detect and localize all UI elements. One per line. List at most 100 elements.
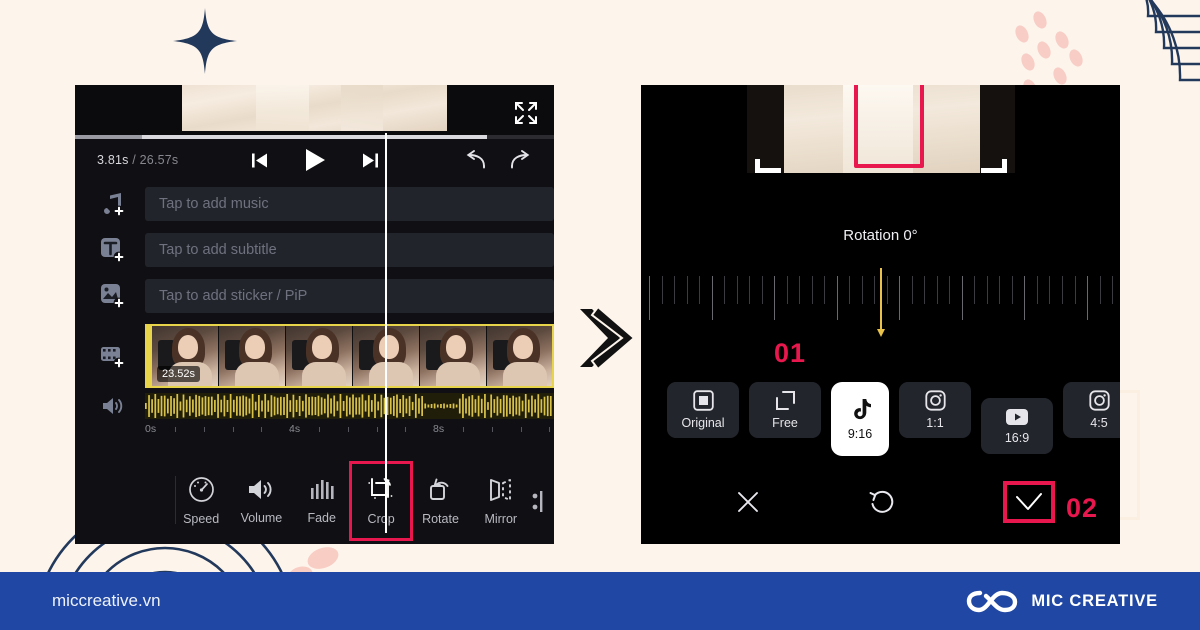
sticker-track-field[interactable]: Tap to add sticker / PiP — [145, 279, 554, 313]
add-music-icon[interactable] — [97, 191, 129, 217]
tool-volume[interactable]: Volume — [231, 477, 291, 525]
tool-fade[interactable]: Fade — [292, 477, 352, 525]
tool-crop[interactable]: Crop — [348, 461, 414, 541]
ruler-tick — [463, 427, 464, 432]
dial-tick — [1074, 276, 1076, 304]
step-badge-01: 01 — [774, 338, 807, 368]
tool-rotate[interactable]: Rotate — [410, 477, 470, 526]
ruler-tick — [290, 427, 292, 432]
tool-mirror[interactable]: Mirror — [471, 477, 531, 526]
checkmark-icon — [1016, 493, 1042, 510]
tool-label: Crop — [367, 511, 395, 526]
rotation-label: Rotation 0° — [843, 227, 918, 244]
ruler-tick — [405, 427, 407, 432]
aspect-ratio-free[interactable]: Free — [749, 382, 821, 438]
rotation-needle — [876, 268, 885, 337]
add-subtitle-icon[interactable] — [97, 237, 129, 263]
partial-tool-icon — [533, 490, 543, 512]
rotation-dial[interactable] — [641, 262, 1120, 337]
dial-tick — [1049, 276, 1051, 304]
redo-icon[interactable] — [509, 150, 532, 170]
sparkle-star-decoration — [173, 8, 237, 74]
ruler-tick — [376, 427, 378, 432]
speedometer-icon — [188, 477, 214, 502]
skip-previous-icon[interactable] — [251, 152, 268, 169]
play-icon[interactable] — [304, 148, 326, 172]
dial-tick — [849, 276, 851, 304]
footer-bar: miccreative.vn MIC CREATIVE — [0, 572, 1200, 630]
crop-corner-handles[interactable] — [754, 159, 1007, 173]
dial-tick — [999, 276, 1001, 304]
dial-tick — [799, 276, 801, 304]
video-clip-strip[interactable]: 23.52s — [145, 324, 554, 388]
dial-tick — [836, 276, 838, 320]
history-controls — [464, 150, 532, 170]
dial-tick — [674, 276, 675, 304]
playhead-indicator[interactable] — [385, 133, 387, 533]
aspect-ratio-16-9[interactable]: 16:9 — [981, 398, 1053, 454]
dial-tick — [1024, 276, 1026, 320]
dial-tick — [724, 276, 726, 304]
brand-name: MIC CREATIVE — [1031, 591, 1158, 610]
subtitle-track-row[interactable]: Tap to add subtitle — [75, 227, 554, 273]
sticker-track-row[interactable]: Tap to add sticker / PiP — [75, 273, 554, 319]
video-clip-row[interactable]: 23.52s — [75, 321, 554, 391]
dial-tick — [761, 276, 763, 304]
volume-icon[interactable] — [97, 395, 129, 417]
subtitle-placeholder: Tap to add subtitle — [159, 242, 277, 258]
time-display: 3.81s / 26.57s — [97, 153, 178, 167]
undo-icon[interactable] — [464, 150, 487, 170]
dial-tick — [699, 276, 701, 304]
dial-tick — [824, 276, 826, 304]
dial-tick — [911, 276, 913, 304]
free-resize-icon — [775, 391, 795, 410]
dial-tick — [774, 276, 776, 320]
dial-tick — [661, 276, 663, 304]
aspect-ratio-label: 4:5 — [1090, 416, 1108, 430]
aspect-ratio-9-16[interactable]: 9:16 — [831, 382, 889, 456]
skip-next-icon[interactable] — [362, 152, 379, 169]
music-track-row[interactable]: Tap to add music — [75, 181, 554, 227]
crop-preview-frame[interactable] — [746, 85, 1015, 173]
add-video-icon[interactable] — [97, 343, 129, 369]
instagram-icon — [1088, 390, 1110, 411]
add-sticker-icon[interactable] — [97, 283, 129, 309]
aspect-ratio-original[interactable]: Original — [667, 382, 739, 438]
dial-tick — [886, 276, 888, 304]
dial-tick — [1087, 276, 1088, 320]
ruler-tick — [347, 427, 349, 432]
brand-lockup: MIC CREATIVE — [966, 586, 1158, 616]
aspect-ratio-4-5[interactable]: 4:5 — [1063, 382, 1120, 438]
aspect-ratio-label: 1:1 — [926, 416, 944, 430]
cancel-button[interactable] — [731, 485, 765, 519]
audio-waveform-row[interactable] — [75, 391, 554, 421]
fullscreen-expand-icon[interactable] — [513, 100, 539, 126]
step-badge-02: 02 — [1066, 493, 1099, 523]
dial-tick — [1099, 276, 1101, 304]
confirm-button[interactable] — [1003, 481, 1055, 523]
aspect-ratio-label: Original — [681, 416, 725, 430]
crop-rotate-panel: Rotation 0° 01 Original Free 9:16 1:1 16… — [641, 85, 1120, 544]
track-list: Tap to add music Tap to add subtitle Tap… — [75, 181, 554, 441]
tiktok-icon — [854, 398, 871, 419]
dial-tick — [861, 276, 863, 304]
dial-tick — [874, 276, 876, 304]
aspect-ratio-1-1[interactable]: 1:1 — [899, 382, 971, 438]
fade-bars-icon — [310, 480, 334, 499]
dial-tick — [749, 276, 751, 304]
subtitle-track-field[interactable]: Tap to add subtitle — [145, 233, 554, 267]
double-chevron-right-arrow-icon — [580, 305, 636, 371]
reset-button[interactable] — [862, 483, 900, 521]
crop-handle-bottom-right[interactable] — [980, 159, 1007, 173]
ruler-tick — [549, 427, 551, 432]
tool-overflow-partial[interactable] — [531, 489, 554, 514]
ruler-label: 0s — [145, 423, 157, 435]
dial-tick — [961, 276, 963, 320]
tool-speed[interactable]: Speed — [171, 476, 231, 526]
dial-tick — [899, 276, 901, 320]
music-track-field[interactable]: Tap to add music — [145, 187, 554, 221]
video-preview-frame — [182, 85, 447, 131]
clip-thumbnail — [286, 326, 353, 386]
crop-handle-bottom-left[interactable] — [754, 159, 781, 173]
video-preview-area — [75, 85, 554, 135]
